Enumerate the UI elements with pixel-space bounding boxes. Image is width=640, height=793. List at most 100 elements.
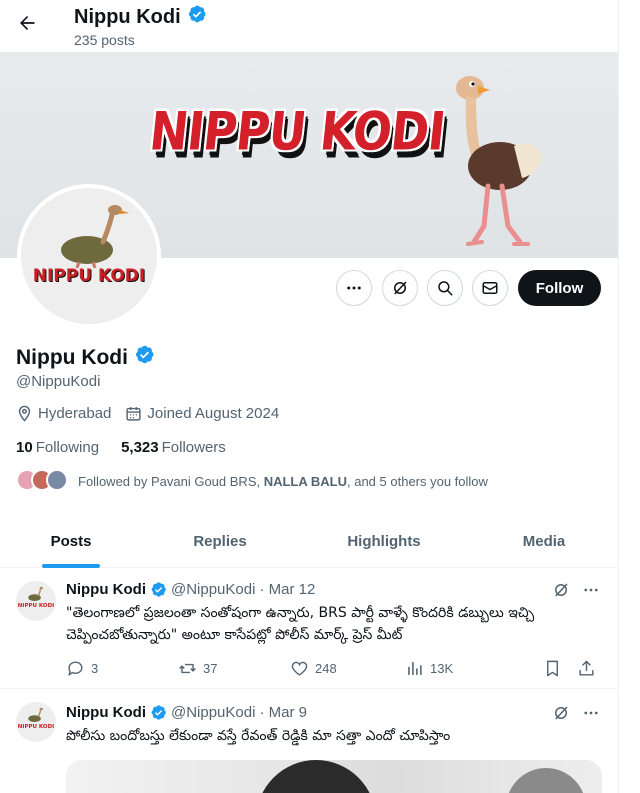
- profile-handle: @NippuKodi: [16, 373, 101, 390]
- more-dots-icon: [347, 286, 361, 290]
- avatar-ostrich-icon: [28, 707, 44, 723]
- post-avatar[interactable]: NIPPU KODI: [16, 702, 56, 742]
- media-shape: [256, 760, 376, 793]
- followers-link[interactable]: 5,323 Followers: [121, 439, 226, 456]
- post-text: పోలీసు బందోబస్తు లేకుండా వస్తే రేవంత్ రె…: [66, 728, 451, 744]
- post-media-image[interactable]: [66, 760, 602, 793]
- post-top-actions: [552, 581, 600, 599]
- profile-avatar[interactable]: NIPPU KODI: [17, 184, 161, 328]
- follow-button[interactable]: Follow: [518, 270, 601, 306]
- avatar-logo-text: NIPPU KODI: [32, 266, 146, 286]
- profile-tabs: Posts Replies Highlights Media: [0, 515, 618, 568]
- profile-name-row: Nippu Kodi: [16, 344, 155, 371]
- verified-badge-icon[interactable]: [134, 344, 155, 371]
- reply-count: 3: [91, 661, 99, 676]
- post-header: Nippu Kodi @NippuKodi · Mar 9: [66, 704, 307, 721]
- post-item[interactable]: NIPPU KODI Nippu Kodi @NippuKodi · Mar 1…: [0, 569, 618, 689]
- tab-label: Highlights: [347, 533, 421, 550]
- tab-replies[interactable]: Replies: [142, 515, 298, 568]
- views-button[interactable]: 13K: [405, 659, 543, 678]
- media-shape: [506, 768, 586, 793]
- grok-icon[interactable]: [552, 581, 570, 599]
- message-button[interactable]: [472, 270, 508, 306]
- following-link[interactable]: 10 Following: [16, 439, 99, 456]
- followed-by-text: Followed by Pavani Goud BRS, NALLA BALU,…: [78, 474, 488, 489]
- profile-meta: Hyderabad Joined August 2024: [16, 405, 293, 422]
- joined-text: Joined August 2024: [147, 405, 280, 422]
- repost-count: 37: [203, 661, 218, 676]
- repost-button[interactable]: 37: [178, 659, 290, 678]
- grok-icon: [394, 281, 407, 295]
- followers-count: 5,323: [121, 439, 159, 456]
- posts-count: 235 posts: [74, 32, 135, 48]
- more-dots-icon[interactable]: [582, 581, 600, 599]
- top-bar: Nippu Kodi 235 posts: [0, 0, 618, 52]
- bookmark-icon: [547, 660, 558, 677]
- tab-highlights[interactable]: Highlights: [298, 515, 470, 568]
- follower-avatar: [46, 469, 68, 491]
- following-label: Following: [35, 439, 100, 456]
- tab-label: Replies: [193, 533, 247, 550]
- joined-item: Joined August 2024: [125, 405, 279, 422]
- bookmark-button[interactable]: [543, 659, 577, 678]
- post-item[interactable]: NIPPU KODI Nippu Kodi @NippuKodi · Mar 9…: [0, 690, 618, 793]
- post-avatar-text: NIPPU KODI: [17, 724, 55, 730]
- location-item: Hyderabad: [16, 405, 111, 422]
- grok-button[interactable]: [382, 270, 418, 306]
- followed-by-suffix: , and 5 others you follow: [347, 473, 488, 489]
- search-icon: [438, 281, 453, 296]
- verified-badge-icon: [151, 705, 166, 720]
- tab-label: Media: [522, 533, 566, 550]
- post-top-actions: [552, 704, 600, 722]
- post-header: Nippu Kodi @NippuKodi · Mar 12: [66, 581, 315, 598]
- envelope-icon: [482, 282, 498, 294]
- post-date[interactable]: · Mar 12: [259, 581, 315, 598]
- profile-name: Nippu Kodi: [16, 345, 128, 369]
- post-avatar-text: NIPPU KODI: [17, 603, 55, 609]
- post-text: "తెలంగాణలో ప్రజలంతా సంతోషంగా ఉన్నారు, BR…: [66, 605, 535, 643]
- scrollbar-gutter: [618, 0, 640, 793]
- repost-icon: [179, 663, 196, 674]
- post-date[interactable]: · Mar 9: [259, 704, 307, 721]
- header-title: Nippu Kodi: [74, 4, 207, 30]
- followed-by-bold: NALLA BALU: [263, 473, 347, 489]
- post-author-name[interactable]: Nippu Kodi: [66, 704, 146, 721]
- view-count: 13K: [430, 661, 454, 676]
- tab-label: Posts: [50, 533, 92, 550]
- like-button[interactable]: 248: [290, 659, 405, 678]
- followers-label: Followers: [161, 439, 226, 456]
- verified-badge-icon: [151, 582, 166, 597]
- grok-icon[interactable]: [552, 704, 570, 722]
- follower-avatars: [16, 469, 70, 493]
- avatar-image: NIPPU KODI: [21, 188, 157, 324]
- active-tab-indicator: [42, 564, 100, 568]
- back-arrow-icon[interactable]: [14, 10, 40, 36]
- followed-by-prefix: Followed by Pavani Goud BRS,: [78, 473, 264, 489]
- post-avatar[interactable]: NIPPU KODI: [16, 581, 56, 621]
- tab-posts[interactable]: Posts: [0, 515, 142, 568]
- more-dots-icon[interactable]: [582, 704, 600, 722]
- following-count: 10: [16, 439, 33, 456]
- post-handle[interactable]: @NippuKodi: [171, 704, 255, 721]
- views-chart-icon: [408, 662, 422, 675]
- share-button[interactable]: [577, 659, 596, 678]
- follow-stats: 10 Following 5,323 Followers: [16, 439, 226, 456]
- followed-by-row[interactable]: Followed by Pavani Goud BRS, NALLA BALU,…: [16, 469, 488, 493]
- avatar-ostrich-icon: [61, 205, 129, 268]
- profile-page: Nippu Kodi 235 posts NIPPU KODI NIPPU KO…: [0, 0, 618, 793]
- post-handle[interactable]: @NippuKodi: [171, 581, 255, 598]
- calendar-icon: [126, 407, 141, 421]
- tab-media[interactable]: Media: [470, 515, 618, 568]
- share-icon: [579, 660, 594, 676]
- avatar-ostrich-icon: [28, 586, 44, 602]
- like-count: 248: [315, 661, 337, 676]
- post-actions: 3 37 248 13K: [66, 659, 602, 678]
- more-options-button[interactable]: [336, 270, 372, 306]
- location-text: Hyderabad: [38, 405, 112, 422]
- verified-badge-icon: [187, 4, 207, 30]
- reply-button[interactable]: 3: [66, 659, 178, 678]
- search-button[interactable]: [427, 270, 463, 306]
- heart-icon: [291, 661, 308, 676]
- post-author-name[interactable]: Nippu Kodi: [66, 581, 146, 598]
- banner-title: NIPPU KODI: [146, 99, 448, 163]
